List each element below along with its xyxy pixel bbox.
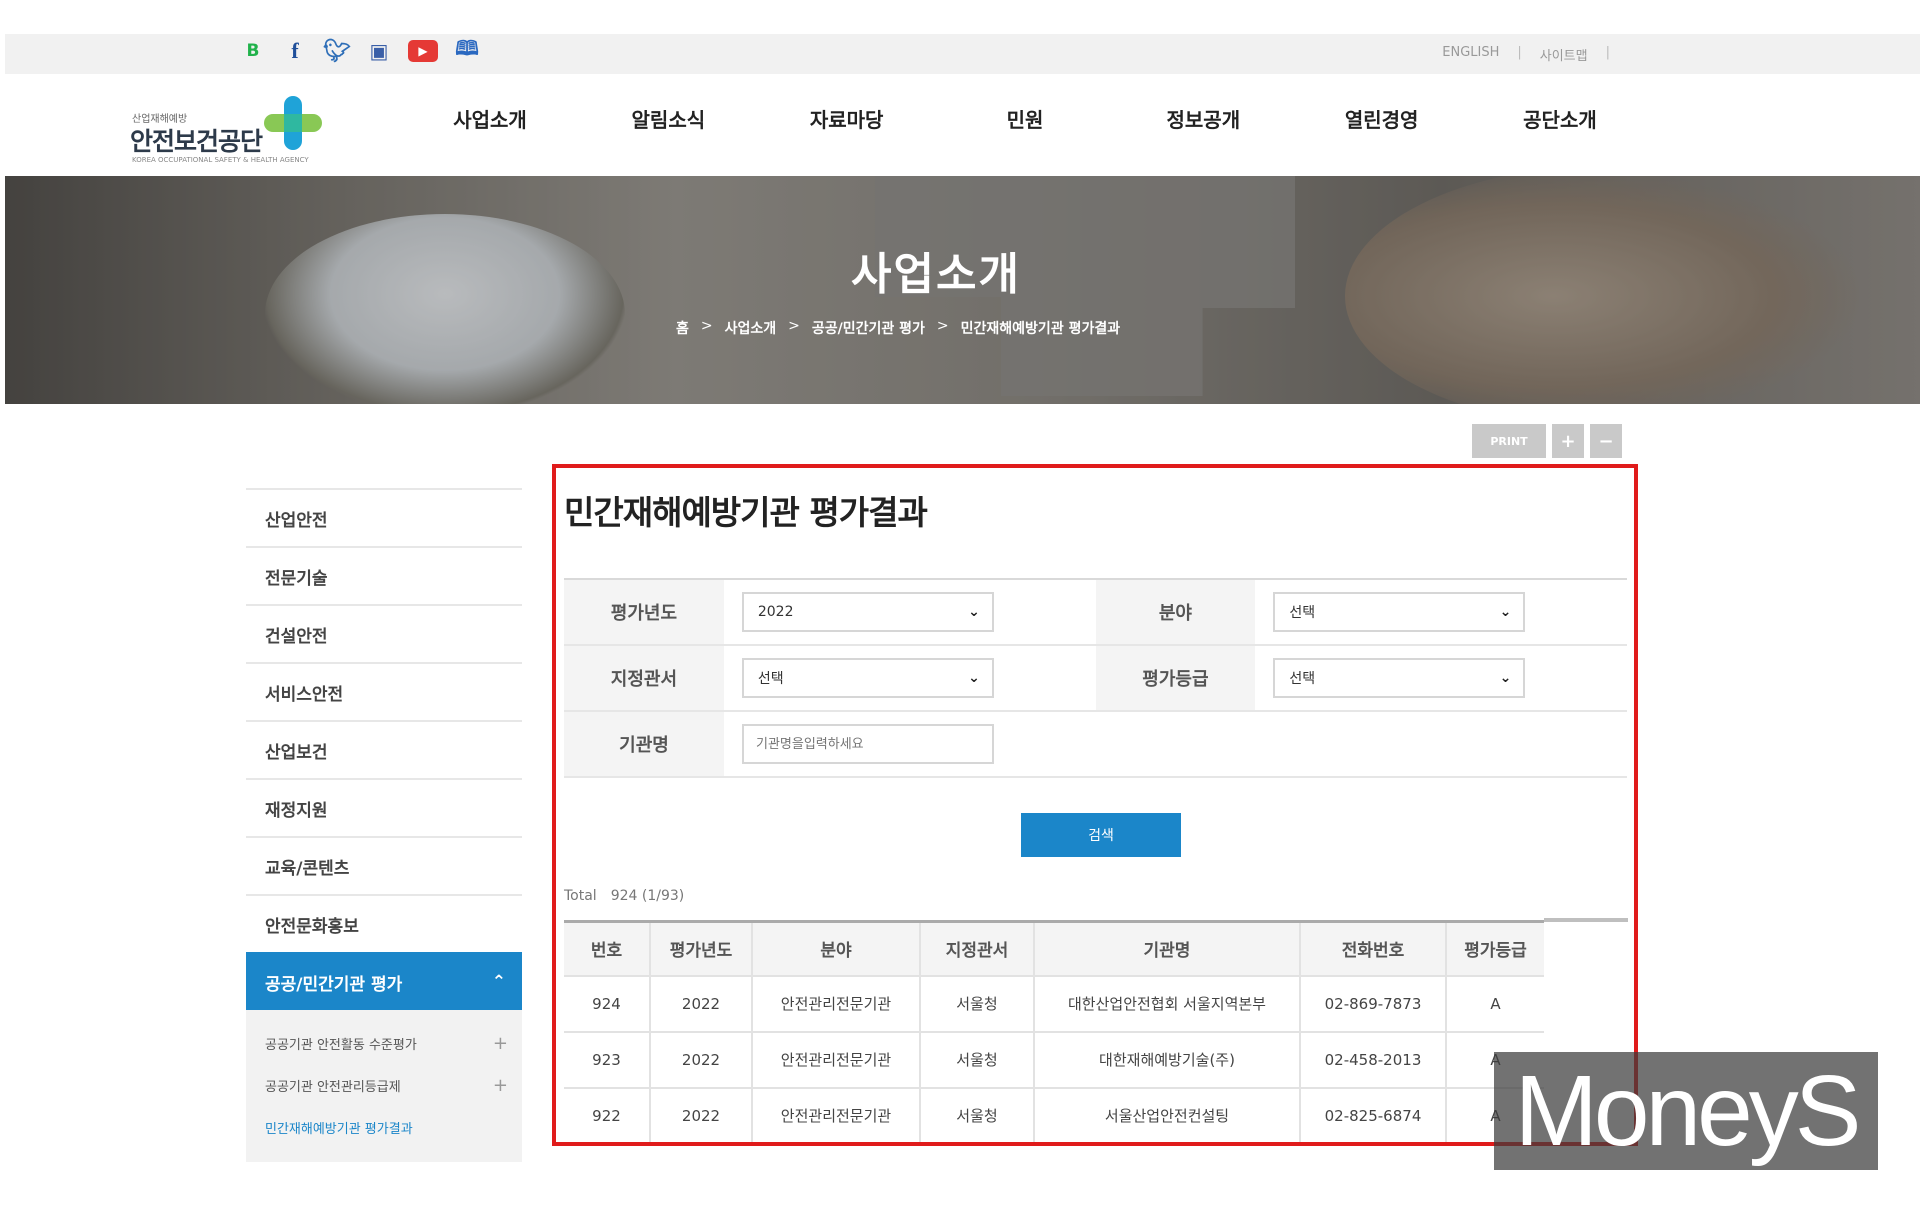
sidebar: 산업안전 전문기술 건설안전 서비스안전 산업보건 재정지원 교육/콘텐츠 안전… — [246, 488, 522, 1162]
nav-news[interactable]: 알림소식 — [583, 104, 753, 133]
nav-resources[interactable]: 자료마당 — [762, 104, 932, 133]
divider: | — [1517, 45, 1522, 60]
youtube-icon[interactable]: ▶ — [408, 40, 438, 62]
sidebar-item-technical[interactable]: 전문기술 — [246, 546, 522, 604]
logo-cross-icon — [264, 96, 322, 150]
chevron-right-icon: > — [700, 318, 713, 334]
plus-icon: + — [492, 1074, 508, 1096]
zoom-in-button[interactable]: + — [1552, 424, 1584, 458]
breadcrumb-home[interactable]: 홈 — [676, 318, 689, 338]
sidebar-item-construction[interactable]: 건설안전 — [246, 604, 522, 662]
submenu-label: 공공기관 안전관리등급제 — [265, 1079, 401, 1095]
plus-icon: + — [492, 1032, 508, 1054]
instagram-icon[interactable]: ▣ — [366, 38, 392, 64]
logo-english: KOREA OCCUPATIONAL SAFETY & HEALTH AGENC… — [132, 156, 309, 164]
sidebar-item-industrial-safety[interactable]: 산업안전 — [246, 488, 522, 546]
page-tools: PRINT + − — [1472, 424, 1622, 458]
submenu-label: 공공기관 안전활동 수준평가 — [265, 1037, 417, 1053]
nav-disclosure[interactable]: 정보공개 — [1118, 104, 1288, 133]
highlight-box — [552, 464, 1638, 1146]
chevron-up-icon: ⌃ — [491, 972, 506, 992]
logo[interactable]: 산업재해예방 안전보건공단 KOREA OCCUPATIONAL SAFETY … — [128, 94, 328, 164]
sidebar-item-service[interactable]: 서비스안전 — [246, 662, 522, 720]
twitter-icon[interactable]: 🐦︎ — [323, 38, 351, 64]
sidebar-item-culture[interactable]: 안전문화홍보 — [246, 894, 522, 952]
facebook-icon[interactable]: f — [282, 38, 308, 64]
submenu-public-safety-level[interactable]: 공공기관 안전활동 수준평가 + — [246, 1022, 522, 1064]
chevron-right-icon: > — [788, 318, 800, 334]
sidebar-item-label: 공공/민간기관 평가 — [265, 974, 403, 995]
sidebar-submenu: 공공기관 안전활동 수준평가 + 공공기관 안전관리등급제 + 민간재해예방기관… — [246, 1010, 522, 1162]
sidebar-item-funding[interactable]: 재정지원 — [246, 778, 522, 836]
watermark: MoneyS — [1494, 1052, 1878, 1170]
sidebar-item-evaluation[interactable]: 공공/민간기관 평가 ⌃ — [246, 952, 522, 1010]
nav-civil[interactable]: 민원 — [940, 104, 1110, 133]
book-icon[interactable]: 🕮︎ — [454, 36, 480, 64]
social-links: B f 🐦︎ ▣ ▶ 🕮︎ — [240, 36, 480, 64]
divider: | — [1605, 45, 1610, 60]
logo-name: 안전보건공단 — [130, 127, 263, 156]
nav-about[interactable]: 공단소개 — [1475, 104, 1645, 133]
sitemap-link[interactable]: 사이트맵 — [1540, 45, 1588, 64]
print-button[interactable]: PRINT — [1472, 424, 1546, 458]
english-link[interactable]: ENGLISH — [1442, 45, 1499, 64]
submenu-private-evaluation[interactable]: 민간재해예방기관 평가결과 — [246, 1106, 522, 1148]
breadcrumb-current: 민간재해예방기관 평가결과 — [960, 321, 1121, 337]
breadcrumb-evaluation[interactable]: 공공/민간기관 평가 — [812, 318, 925, 338]
blog-icon[interactable]: B — [240, 38, 266, 64]
nav-business[interactable]: 사업소개 — [405, 104, 575, 133]
sidebar-item-health[interactable]: 산업보건 — [246, 720, 522, 778]
sidebar-item-education[interactable]: 교육/콘텐츠 — [246, 836, 522, 894]
utility-links: ENGLISH | 사이트맵 | — [1442, 45, 1610, 64]
breadcrumb-business[interactable]: 사업소개 — [725, 318, 777, 338]
zoom-out-button[interactable]: − — [1590, 424, 1622, 458]
submenu-public-safety-grade[interactable]: 공공기관 안전관리등급제 + — [246, 1064, 522, 1106]
chevron-right-icon: > — [936, 318, 949, 334]
nav-management[interactable]: 열린경영 — [1297, 104, 1467, 133]
hero-title: 사업소개 — [851, 249, 1021, 300]
submenu-label: 민간재해예방기관 평가결과 — [265, 1121, 413, 1137]
breadcrumb: 홈 > 사업소개 > 공공/민간기관 평가 > 민간재해예방기관 평가결과 — [676, 318, 1120, 338]
main-nav: 사업소개 알림소식 자료마당 민원 정보공개 열린경영 공단소개 — [405, 104, 1645, 133]
